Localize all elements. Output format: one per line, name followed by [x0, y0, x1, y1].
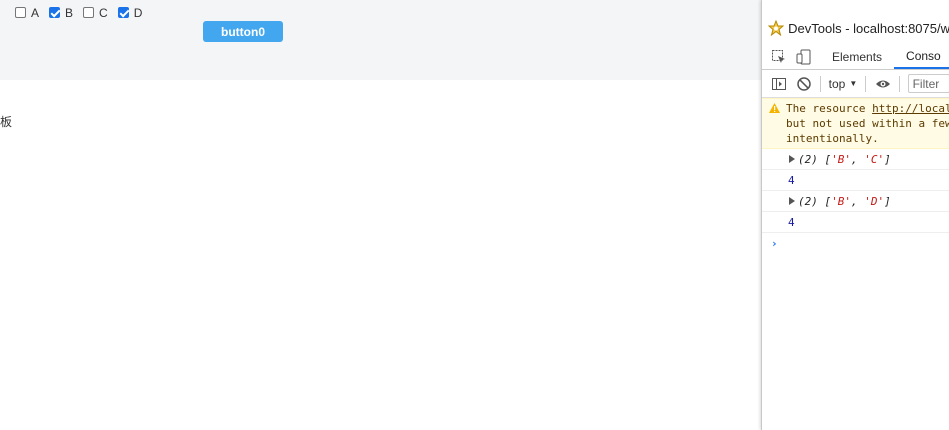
- warning-prefix: The resource: [786, 102, 873, 115]
- warning-line-2: but not used within a few: [786, 117, 949, 130]
- clear-console-icon[interactable]: [796, 76, 812, 92]
- console-log-array-2[interactable]: (2) ['B', 'D']: [762, 191, 949, 212]
- array-prefix-1: (2) [: [798, 152, 832, 166]
- checkbox-c[interactable]: [83, 7, 95, 18]
- side-text: 板: [0, 115, 13, 129]
- devtools-logo-icon: [767, 19, 784, 37]
- checkbox-item-c[interactable]: C: [83, 6, 108, 20]
- devtools-window: DevTools - localhost:8075/w Elements Con…: [761, 0, 949, 430]
- devtools-title: DevTools - localhost:8075/w: [788, 20, 949, 36]
- warning-icon: [769, 102, 780, 117]
- console-log-array-1[interactable]: (2) ['B', 'C']: [762, 149, 949, 170]
- console-messages: The resource http://local but not used w…: [762, 98, 949, 253]
- device-toolbar-icon[interactable]: [796, 49, 812, 65]
- checkbox-d[interactable]: [117, 7, 129, 18]
- checkbox-group: A B C D: [15, 5, 152, 20]
- checkbox-item-d[interactable]: D: [117, 5, 143, 20]
- console-log-number-1: 4: [762, 170, 949, 191]
- prompt-chevron-icon: ›: [771, 236, 778, 250]
- checkbox-a-label: A: [31, 5, 40, 20]
- console-log-number-2: 4: [762, 212, 949, 233]
- checkbox-b-label: B: [65, 5, 74, 20]
- console-prompt[interactable]: ›: [762, 233, 949, 253]
- console-toolbar: top ▼ Filter: [762, 70, 949, 98]
- button0[interactable]: button0: [203, 21, 283, 42]
- eye-icon[interactable]: [875, 76, 891, 92]
- warning-link[interactable]: http://local: [872, 102, 949, 115]
- log-number-1: 4: [788, 173, 795, 187]
- array-item-1-0: 'B': [831, 152, 851, 166]
- array-item-1-1: 'C': [864, 152, 885, 166]
- checkbox-b[interactable]: [49, 7, 61, 18]
- checkbox-item-a[interactable]: A: [15, 6, 39, 20]
- page-header-panel: A B C D button0: [0, 0, 761, 80]
- context-label: top: [828, 76, 846, 91]
- devtools-tabbar: Elements Conso: [762, 44, 949, 70]
- checkbox-a[interactable]: [15, 7, 26, 18]
- filter-input[interactable]: Filter: [907, 74, 949, 93]
- expand-triangle-icon[interactable]: [789, 155, 795, 163]
- devtools-titlebar: DevTools - localhost:8075/w: [762, 8, 949, 48]
- console-warning: The resource http://local but not used w…: [762, 98, 949, 149]
- context-selector[interactable]: top ▼: [829, 77, 858, 91]
- toolbar-separator: [820, 75, 821, 92]
- expand-triangle-icon[interactable]: [789, 197, 795, 205]
- checkbox-c-label: C: [99, 5, 108, 20]
- sidebar-toggle-icon[interactable]: [771, 76, 787, 92]
- checkbox-item-b[interactable]: B: [49, 6, 73, 20]
- checkbox-d-label: D: [133, 5, 143, 20]
- array-preview-1: (2) ['B', 'C']: [798, 152, 891, 166]
- toolbar-separator-3: [898, 75, 900, 92]
- log-number-2: 4: [788, 215, 795, 229]
- inspect-element-icon[interactable]: [771, 49, 787, 65]
- array-preview-2: (2) ['B', 'D']: [798, 194, 891, 208]
- array-item-2-0: 'B': [831, 194, 851, 208]
- array-prefix-2: (2) [: [798, 194, 832, 208]
- chevron-down-icon: ▼: [849, 79, 858, 88]
- tab-console[interactable]: Conso: [894, 44, 949, 69]
- toolbar-separator-2: [865, 75, 866, 92]
- tab-elements[interactable]: Elements: [820, 44, 894, 69]
- array-item-2-1: 'D': [864, 194, 885, 208]
- warning-line-3: intentionally.: [786, 132, 879, 145]
